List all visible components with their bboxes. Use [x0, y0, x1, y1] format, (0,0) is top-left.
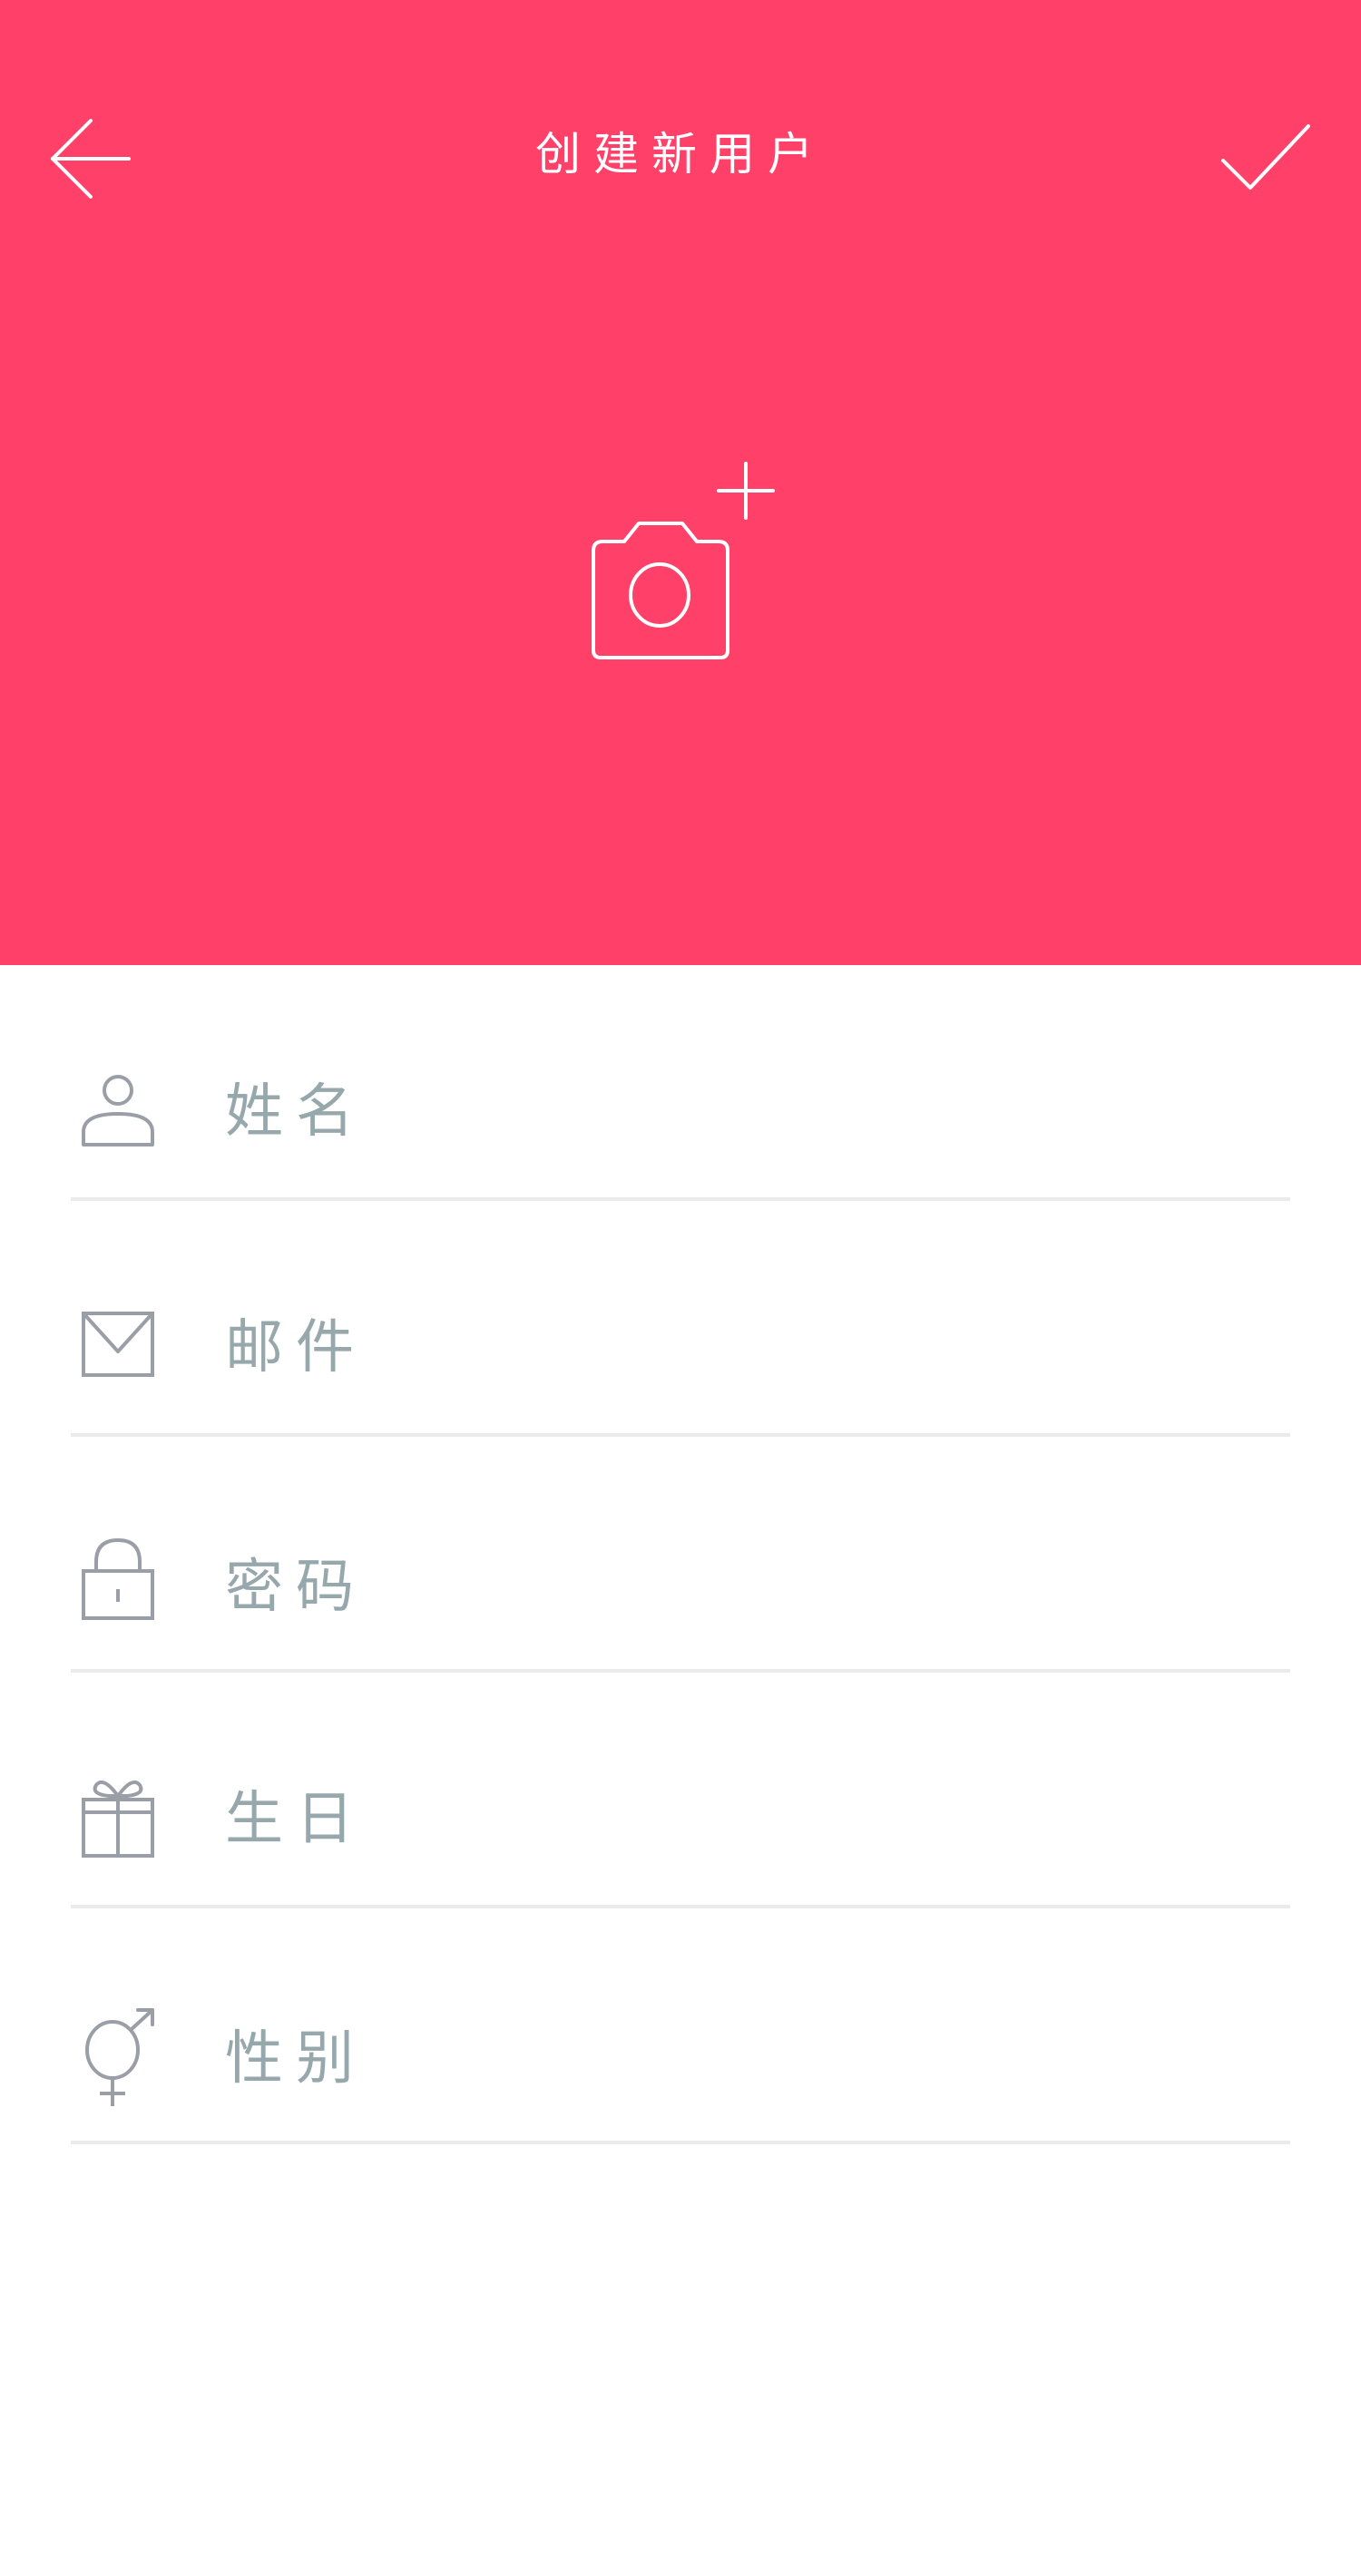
password-input[interactable]	[225, 1542, 1223, 1633]
person-icon	[82, 1072, 154, 1172]
envelope-icon	[82, 1310, 154, 1410]
gender-input[interactable]	[225, 2014, 1223, 2104]
email-input[interactable]	[225, 1303, 1223, 1393]
check-icon	[1221, 124, 1310, 190]
confirm-button[interactable]	[1216, 113, 1316, 204]
gender-field	[71, 1908, 1290, 2144]
birthday-input[interactable]	[225, 1774, 1223, 1865]
gender-icon	[82, 2008, 154, 2108]
avatar-upload-button[interactable]	[581, 449, 780, 667]
lock-icon	[82, 1537, 154, 1636]
camera-add-icon	[592, 462, 775, 659]
password-field	[71, 1437, 1290, 1673]
name-input[interactable]	[225, 1067, 1223, 1157]
gift-icon	[82, 1772, 154, 1872]
email-field	[71, 1201, 1290, 1437]
birthday-field	[71, 1673, 1290, 1908]
page-title: 创建新用户	[535, 128, 826, 181]
name-field	[71, 965, 1290, 1201]
header-banner: 创建新用户	[0, 0, 1361, 965]
